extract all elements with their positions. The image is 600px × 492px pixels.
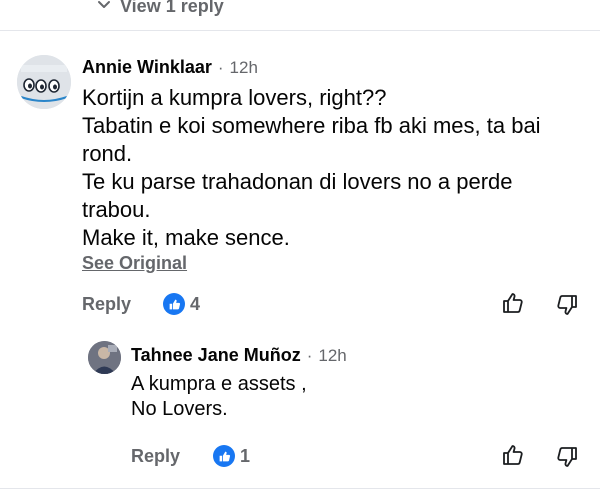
downvote-icon[interactable] [555, 293, 579, 317]
separator-dot: · [217, 58, 224, 77]
reply-downvote-icon[interactable] [555, 445, 579, 469]
reply-timestamp[interactable]: 12h [318, 346, 346, 366]
reply-button[interactable]: Reply [82, 294, 131, 315]
reply-header: Tahnee Jane Muñoz · 12h [131, 345, 347, 366]
reply-avatar[interactable] [88, 341, 121, 374]
view-replies-link[interactable]: View 1 reply [96, 0, 224, 17]
like-badge-icon [163, 293, 185, 315]
comment-author[interactable]: Annie Winklaar [82, 57, 212, 78]
reply-reply-button[interactable]: Reply [131, 446, 180, 467]
see-original-link[interactable]: See Original [82, 253, 187, 274]
like-count[interactable]: 4 [163, 293, 200, 315]
comment-timestamp[interactable]: 12h [230, 58, 258, 78]
reply-upvote-icon[interactable] [501, 443, 525, 467]
reply-body: A kumpra e assets , No Lovers. [131, 373, 307, 420]
like-count-value: 4 [190, 293, 201, 314]
chevron-down-icon [96, 0, 112, 17]
avatar[interactable] [17, 55, 71, 109]
reply-like-count[interactable]: 1 [213, 445, 250, 467]
divider [0, 30, 600, 31]
view-replies-label: View 1 reply [120, 0, 224, 16]
reply-author[interactable]: Tahnee Jane Muñoz [131, 345, 301, 366]
divider [0, 488, 600, 489]
comment-body: Kortijn a kumpra lovers, right?? Tabatin… [82, 85, 541, 250]
avatar-image [17, 55, 71, 109]
separator-dot: · [306, 346, 313, 365]
like-count-value: 1 [240, 445, 251, 466]
upvote-icon[interactable] [501, 291, 525, 315]
reply-avatar-image [88, 341, 121, 374]
like-badge-icon [213, 445, 235, 467]
comment-header: Annie Winklaar · 12h [82, 57, 258, 78]
